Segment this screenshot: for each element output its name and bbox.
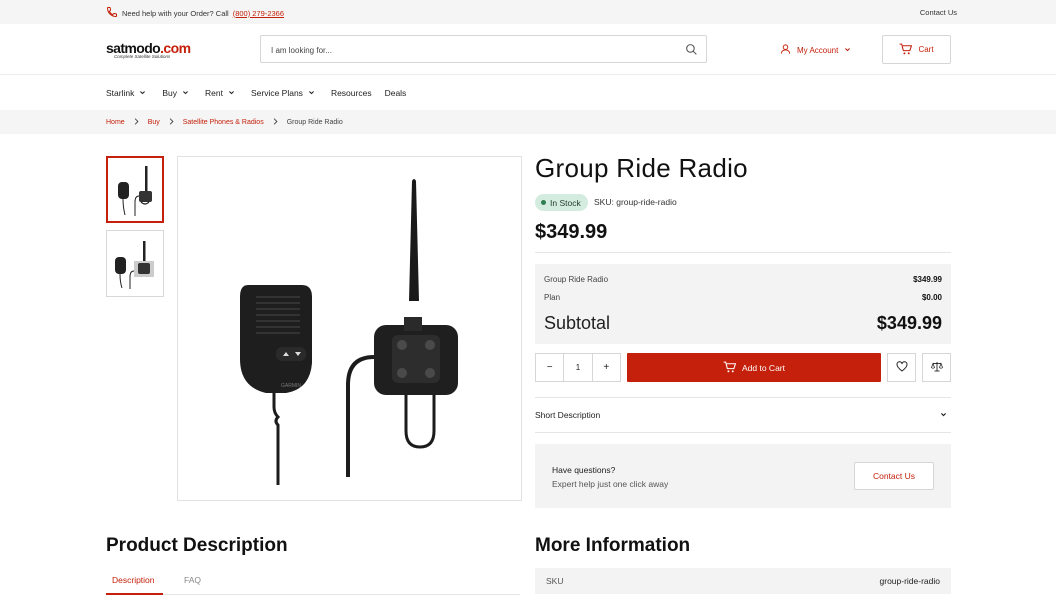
tab-faq[interactable]: FAQ [184, 575, 201, 585]
heart-icon [896, 361, 908, 374]
nav-item-deals[interactable]: Deals [385, 88, 407, 98]
stock-badge: In Stock [535, 194, 588, 211]
chevron-down-icon [228, 88, 235, 98]
qty-increase-button[interactable]: + [593, 354, 620, 381]
cart-icon [723, 361, 737, 375]
add-to-cart-label: Add to Cart [742, 362, 785, 373]
chevron-down-icon [182, 88, 189, 98]
chevron-right-icon [169, 118, 174, 127]
cart-label: Cart [918, 45, 934, 54]
user-icon [780, 43, 791, 57]
nav-item-buy[interactable]: Buy [162, 88, 189, 98]
info-value: group-ride-radio [879, 576, 940, 586]
product-price: $349.99 [535, 221, 608, 243]
nav-label: Rent [205, 88, 223, 98]
divider [535, 252, 951, 253]
main-nav: Starlink Buy Rent Service Plans Resource… [0, 76, 1056, 110]
chevron-right-icon [134, 118, 139, 127]
product-sku: SKU: group-ride-radio [594, 197, 677, 207]
logo-tagline: Complete Satellite Solutions [114, 54, 171, 59]
logo[interactable]: satmodo.com Complete Satellite Solutions [106, 41, 206, 59]
header: satmodo.com Complete Satellite Solutions… [0, 24, 1056, 75]
price-summary: Group Ride Radio $349.99 Plan $0.00 Subt… [535, 264, 951, 344]
product-thumbnail[interactable] [106, 230, 164, 297]
contact-us-link[interactable]: Contact Us [920, 8, 957, 17]
summary-item-label: Group Ride Radio [544, 275, 609, 284]
info-key: SKU [546, 576, 564, 586]
scale-icon [930, 361, 943, 374]
chevron-down-icon [308, 88, 315, 98]
product-thumbnail[interactable] [106, 156, 164, 223]
phone-icon [106, 6, 118, 20]
my-account-label: My Account [797, 45, 839, 55]
nav-item-rent[interactable]: Rent [205, 88, 235, 98]
summary-row-item: Group Ride Radio $349.99 [544, 275, 942, 284]
nav-label: Resources [330, 88, 372, 98]
breadcrumb-buy[interactable]: Buy [148, 119, 160, 126]
nav-item-service-plans[interactable]: Service Plans [251, 88, 315, 98]
compare-button[interactable] [922, 353, 951, 382]
summary-plan-label: Plan [544, 293, 561, 302]
stock-dot-icon [541, 200, 546, 205]
search-icon[interactable] [685, 43, 698, 58]
nav-label: Deals [384, 88, 407, 98]
info-row-sku: SKU group-ride-radio [535, 568, 951, 594]
add-to-cart-button[interactable]: Add to Cart [627, 353, 881, 382]
summary-row-plan: Plan $0.00 [544, 293, 942, 302]
subtotal-label: Subtotal [544, 313, 611, 333]
subtotal-value: $349.99 [876, 313, 942, 333]
chevron-right-icon [273, 118, 278, 127]
sku-value: group-ride-radio [616, 197, 677, 207]
breadcrumb: Home Buy Satellite Phones & Radios Group… [0, 110, 1056, 134]
nav-label: Service Plans [250, 88, 303, 98]
chevron-down-icon [844, 46, 851, 55]
qty-input[interactable]: 1 [563, 354, 593, 381]
help-line: Need help with your Order? Call (800) 27… [106, 6, 284, 20]
phone-link[interactable]: (800) 279-2366 [233, 9, 284, 18]
product-title: Group Ride Radio [535, 153, 748, 183]
nav-item-resources[interactable]: Resources [331, 88, 372, 98]
short-description-toggle[interactable]: Short Description [535, 397, 951, 433]
questions-panel: Have questions? Expert help just one cli… [535, 444, 951, 508]
breadcrumb-current: Group Ride Radio [286, 119, 343, 126]
wishlist-button[interactable] [887, 353, 916, 382]
summary-subtotal: Subtotal $349.99 [544, 313, 942, 334]
search-box [260, 35, 707, 63]
chevron-down-icon [139, 88, 146, 98]
cart-button[interactable]: Cart [882, 35, 951, 64]
nav-label: Buy [162, 88, 177, 98]
search-input[interactable] [271, 43, 651, 57]
nav-item-starlink[interactable]: Starlink [106, 88, 146, 98]
my-account-menu[interactable]: My Account [780, 43, 851, 57]
quantity-stepper: − 1 + [535, 353, 621, 382]
summary-plan-price: $0.00 [921, 293, 942, 302]
breadcrumb-category[interactable]: Satellite Phones & Radios [183, 119, 264, 126]
svg-text:GARMIN: GARMIN [281, 383, 301, 389]
product-description-heading: Product Description [106, 535, 288, 556]
stock-label: In Stock [550, 197, 581, 208]
breadcrumb-home[interactable]: Home [106, 119, 125, 126]
questions-title: Have questions? [552, 465, 616, 475]
tab-description[interactable]: Description [106, 575, 163, 595]
more-information-heading: More Information [535, 535, 691, 556]
cart-icon [899, 43, 913, 57]
chevron-down-icon [940, 410, 947, 420]
short-description-label: Short Description [535, 410, 601, 420]
description-tabs: Description FAQ [106, 567, 520, 595]
help-text: Need help with your Order? Call [122, 8, 229, 18]
nav-label: Starlink [106, 88, 135, 98]
summary-item-price: $349.99 [913, 275, 942, 284]
sku-label: SKU: [594, 197, 614, 207]
product-main-image[interactable]: GARMIN [177, 156, 522, 501]
qty-decrease-button[interactable]: − [536, 354, 563, 381]
questions-subtitle: Expert help just one click away [552, 479, 669, 489]
contact-us-button[interactable]: Contact Us [854, 462, 934, 490]
top-bar: Need help with your Order? Call (800) 27… [0, 0, 1056, 24]
